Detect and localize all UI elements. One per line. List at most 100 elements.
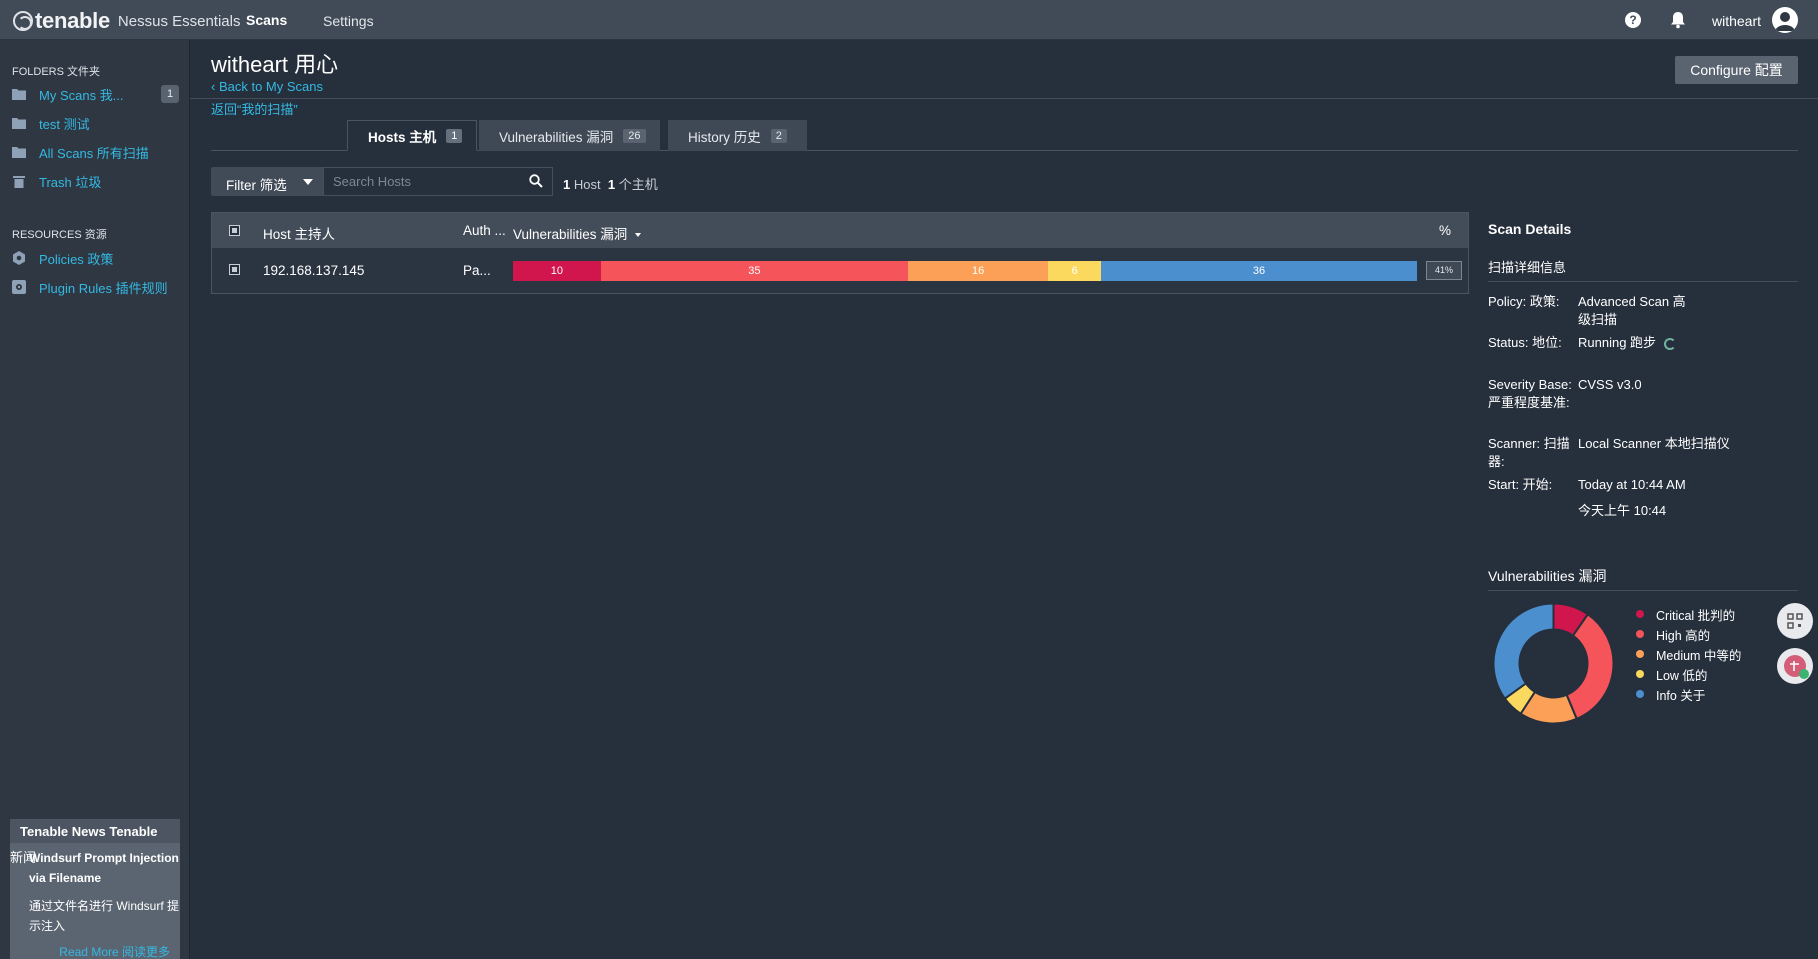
details-divider <box>1488 281 1798 282</box>
tab-count-badge: 1 <box>446 128 463 143</box>
tab-label: Hosts 主机 <box>368 129 437 145</box>
qr-code-icon[interactable] <box>1777 603 1813 639</box>
severity-value: CVSS v3.0 <box>1578 377 1642 392</box>
table-header: Host 主持人 Auth ... Vulnerabilities 漏洞 % <box>212 213 1468 248</box>
user-avatar-icon[interactable] <box>1772 7 1798 33</box>
back-link-label: Back to My Scans <box>218 79 323 94</box>
sidebar-item-trash[interactable]: Trash 垃圾 <box>12 170 182 192</box>
vulnerability-bar[interactable]: 10 35 16 6 36 <box>513 261 1417 281</box>
start-label: Start: 开始: <box>1488 477 1553 492</box>
legend-item[interactable]: High 高的 <box>1636 624 1741 644</box>
help-icon[interactable]: ? <box>1625 12 1641 28</box>
column-host[interactable]: Host 主持人 <box>263 223 335 243</box>
sidebar-item-label: All Scans 所有扫描 <box>39 145 149 161</box>
vulnerability-bar-segment[interactable]: 36 <box>1101 261 1417 281</box>
tenable-logo[interactable]: tenable Nessus Essentials <box>13 8 240 34</box>
search-hosts-input[interactable] <box>323 167 553 196</box>
legend-item[interactable]: Info 关于 <box>1636 684 1741 704</box>
folders-heading: FOLDERS 文件夹 <box>12 66 101 78</box>
back-to-my-scans-link[interactable]: ‹ Back to My Scans <box>211 79 323 94</box>
sidebar: FOLDERS 文件夹 My Scans 我... 1 test 测试 All … <box>0 40 190 959</box>
column-percent[interactable]: % <box>1439 223 1451 238</box>
configure-button[interactable]: Configure 配置 <box>1675 56 1798 84</box>
sidebar-item-label: Plugin Rules 插件规则 <box>39 280 168 296</box>
sidebar-item-badge: 1 <box>161 85 179 103</box>
legend-item[interactable]: Critical 批判的 <box>1636 604 1741 624</box>
start-value-cn: 今天上午 10:44 <box>1578 503 1667 518</box>
scan-details-subtitle: 扫描详细信息 <box>1488 260 1567 275</box>
policy-label: Policy: 政策: <box>1488 294 1560 309</box>
sidebar-item-all-scans[interactable]: All Scans 所有扫描 <box>12 141 182 163</box>
brand-name: tenable <box>35 8 110 33</box>
vulnerabilities-panel-title: Vulnerabilities 漏洞 <box>1488 568 1607 584</box>
bell-icon[interactable] <box>1670 11 1686 29</box>
caret-down-icon <box>303 179 313 185</box>
vulnerabilities-legend: Critical 批判的 High 高的 Medium 中等的 Low 低的 Info … <box>1636 604 1741 704</box>
host-auth: Pa... <box>463 263 491 278</box>
legend-item[interactable]: Medium 中等的 <box>1636 644 1741 664</box>
filter-label: Filter 筛选 <box>226 178 287 193</box>
column-vulnerabilities[interactable]: Vulnerabilities 漏洞 <box>513 223 642 243</box>
vulnerability-bar-segment[interactable]: 10 <box>513 261 601 281</box>
news-body: 通过文件名进行 Windsurf 提示注入 <box>29 899 180 933</box>
filter-button[interactable]: Filter 筛选 <box>211 167 323 196</box>
folder-icon <box>12 147 26 158</box>
sidebar-item-label: Trash 垃圾 <box>39 174 102 190</box>
header-divider <box>190 98 1818 99</box>
tab-count-badge: 2 <box>770 128 787 143</box>
legend-dot-icon <box>1636 610 1644 618</box>
scanner-label: Scanner: 扫描器: <box>1488 436 1570 469</box>
host-count: 1 Host 1 个主机 <box>563 177 658 192</box>
scanner-value: Local Scanner 本地扫描仪 <box>1578 436 1730 451</box>
select-all-checkbox[interactable] <box>229 225 240 236</box>
folder-icon <box>12 118 26 129</box>
back-link-translation[interactable]: 返回“我的扫描” <box>211 99 298 118</box>
nav-scans[interactable]: Scans <box>246 12 287 28</box>
donut-slice[interactable] <box>1492 602 1555 701</box>
column-auth[interactable]: Auth ... <box>463 223 506 238</box>
tab-vulnerabilities[interactable]: Vulnerabilities 漏洞 26 <box>479 120 660 151</box>
tab-hosts[interactable]: Hosts 主机 1 <box>347 120 477 151</box>
news-heading: Tenable News Tenable <box>10 819 180 843</box>
sidebar-item-label: My Scans 我... <box>39 87 124 103</box>
sidebar-item-my-scans[interactable]: My Scans 我... 1 <box>12 83 182 105</box>
chevron-left-icon: ‹ <box>211 79 219 94</box>
sidebar-item-policies[interactable]: Policies 政策 <box>12 247 182 269</box>
scan-details-title: Scan Details <box>1488 221 1572 237</box>
legend-dot-icon <box>1636 670 1644 678</box>
top-bar: tenable Nessus Essentials Scans Settings… <box>0 0 1818 40</box>
sidebar-item-label: Policies 政策 <box>39 251 114 267</box>
legend-dot-icon <box>1636 690 1644 698</box>
legend-dot-icon <box>1636 630 1644 638</box>
legend-dot-icon <box>1636 650 1644 658</box>
news-title[interactable]: Windsurf Prompt Injection via Filename <box>29 848 179 888</box>
status-label: Status: 地位: <box>1488 335 1562 350</box>
policy-icon <box>13 251 25 265</box>
legend-label: High 高的 <box>1656 628 1711 643</box>
vulnerability-bar-segment[interactable]: 35 <box>600 261 908 281</box>
tab-history[interactable]: History 历史 2 <box>668 120 807 151</box>
news-read-more-link[interactable]: Read More 阅读更多 <box>59 943 170 959</box>
row-checkbox[interactable] <box>229 264 240 275</box>
translate-icon[interactable] <box>1777 648 1813 684</box>
vulnerability-bar-segment[interactable]: 16 <box>907 261 1049 281</box>
vulnerabilities-donut-chart[interactable] <box>1491 601 1616 726</box>
sidebar-item-plugin-rules[interactable]: Plugin Rules 插件规则 <box>12 276 182 298</box>
news-widget: Tenable News Tenable 新闻 Windsurf Prompt … <box>10 819 180 959</box>
table-row[interactable]: 192.168.137.145 Pa... 10 35 16 6 36 41% <box>212 248 1468 293</box>
tenable-logo-icon <box>13 11 33 31</box>
legend-label: Medium 中等的 <box>1656 648 1742 663</box>
nav-settings[interactable]: Settings <box>323 13 374 29</box>
trash-icon <box>13 175 25 188</box>
vulnerability-bar-segment[interactable]: 6 <box>1048 261 1102 281</box>
search-icon[interactable] <box>529 174 543 188</box>
vulnerabilities-divider <box>1488 590 1798 591</box>
user-name[interactable]: witheart <box>1712 13 1761 29</box>
legend-label: Critical 批判的 <box>1656 608 1736 623</box>
legend-item[interactable]: Low 低的 <box>1636 664 1741 684</box>
tab-label: Vulnerabilities 漏洞 <box>499 129 614 145</box>
tab-label: History 历史 <box>688 129 761 145</box>
host-ip[interactable]: 192.168.137.145 <box>263 263 364 278</box>
sidebar-item-test[interactable]: test 测试 <box>12 112 182 134</box>
status-value: Running 跑步 <box>1578 334 1778 352</box>
